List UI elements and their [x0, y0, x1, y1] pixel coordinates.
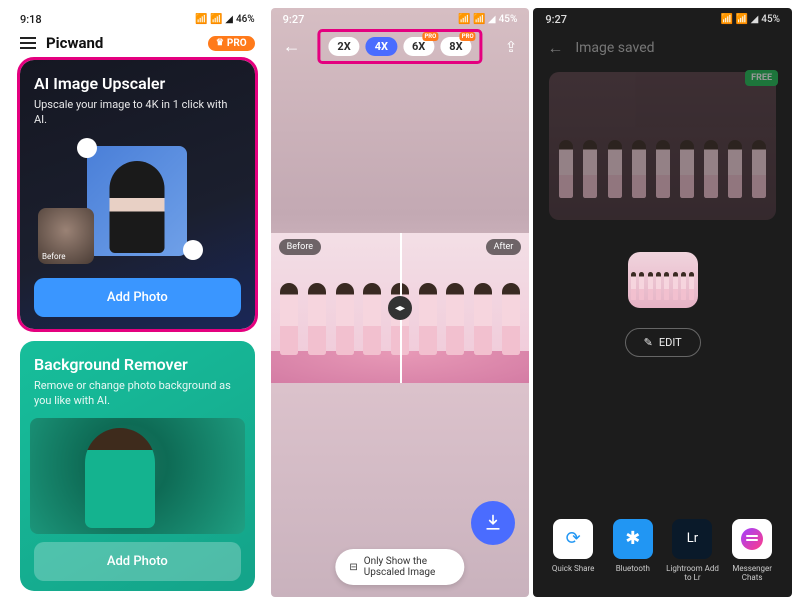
before-thumb: Before	[38, 208, 94, 264]
status-time: 9:27	[283, 13, 305, 26]
compare-view[interactable]: ◂▸ Before After	[271, 233, 530, 383]
after-tag: After	[486, 239, 522, 255]
bg-remover-preview	[30, 418, 245, 534]
app-header: Picwand ♛PRO	[8, 30, 267, 60]
screen-saved: 9:27 📶 📶 ◢ 45% ← Image saved FREE ✎ EDIT…	[533, 8, 792, 597]
zoom-2x[interactable]: 2X	[328, 37, 359, 56]
status-right: 📶 📶 ◢ 46%	[195, 14, 254, 25]
crown-icon: ♛	[216, 38, 224, 48]
back-icon[interactable]: ←	[283, 36, 301, 57]
bg-remover-desc: Remove or change photo background as you…	[34, 379, 241, 409]
share-row: ⟳ Quick Share ✱ Bluetooth Lr Lightroom A…	[533, 509, 792, 597]
crop-handle-icon[interactable]	[183, 240, 203, 260]
compare-toggle-icon: ⊟	[349, 562, 357, 573]
screen-home: 9:18 📶 📶 ◢ 46% Picwand ♛PRO AI Image Ups…	[8, 8, 267, 597]
bg-remover-card[interactable]: Background Remover Remove or change phot…	[20, 341, 255, 592]
messenger-icon	[732, 519, 772, 559]
download-icon	[483, 513, 503, 533]
zoom-8x[interactable]: 8XPRO	[440, 37, 471, 56]
add-photo-button[interactable]: Add Photo	[34, 542, 241, 581]
app-brand: Picwand	[46, 34, 198, 52]
menu-icon[interactable]	[20, 37, 36, 49]
zoom-selector: 2X 4X 6XPRO 8XPRO	[320, 32, 479, 61]
result-thumb[interactable]	[628, 252, 698, 308]
upscaler-title: AI Image Upscaler	[34, 74, 241, 93]
add-photo-button[interactable]: Add Photo	[34, 278, 241, 317]
status-time: 9:27	[545, 13, 567, 26]
pencil-icon: ✎	[644, 336, 653, 349]
quick-share-icon: ⟳	[553, 519, 593, 559]
status-bar: 9:27 📶 📶 ◢ 45%	[271, 8, 530, 30]
pro-badge[interactable]: ♛PRO	[208, 36, 255, 51]
zoom-4x[interactable]: 4X	[366, 37, 397, 56]
bluetooth-icon: ✱	[613, 519, 653, 559]
bg-remover-title: Background Remover	[34, 355, 241, 374]
share-messenger[interactable]: Messenger Chats	[725, 519, 779, 583]
share-lightroom[interactable]: Lr Lightroom Add to Lr	[665, 519, 719, 583]
upscaler-card[interactable]: AI Image Upscaler Upscale your image to …	[20, 60, 255, 329]
page-title: Image saved	[575, 40, 654, 56]
free-badge: FREE	[745, 70, 778, 86]
status-right: 📶 📶 ◢ 45%	[721, 14, 780, 25]
before-tag: Before	[279, 239, 321, 255]
editor-topbar: ← 2X 4X 6XPRO 8XPRO ⇪	[271, 30, 530, 63]
edit-button[interactable]: ✎ EDIT	[625, 328, 701, 357]
saved-topbar: ← Image saved	[533, 30, 792, 66]
zoom-6x[interactable]: 6XPRO	[403, 37, 434, 56]
download-button[interactable]	[471, 501, 515, 545]
share-quick-share[interactable]: ⟳ Quick Share	[546, 519, 600, 583]
saved-preview[interactable]: FREE	[549, 72, 776, 220]
toggle-upscaled-only[interactable]: ⊟ Only Show the Upscaled Image	[335, 549, 464, 585]
lightroom-icon: Lr	[672, 519, 712, 559]
crop-handle-icon[interactable]	[77, 138, 97, 158]
status-right: 📶 📶 ◢ 45%	[458, 14, 517, 25]
share-icon[interactable]: ⇪	[505, 38, 518, 56]
upscaler-preview: Before	[32, 138, 243, 268]
back-icon[interactable]: ←	[547, 38, 563, 58]
status-bar: 9:18 📶 📶 ◢ 46%	[8, 8, 267, 30]
slider-handle-icon[interactable]: ◂▸	[388, 296, 412, 320]
status-time: 9:18	[20, 13, 42, 26]
upscaler-desc: Upscale your image to 4K in 1 click with…	[34, 98, 241, 128]
status-bar: 9:27 📶 📶 ◢ 45%	[533, 8, 792, 30]
share-bluetooth[interactable]: ✱ Bluetooth	[606, 519, 660, 583]
screen-upscale: 9:27 📶 📶 ◢ 45% ← 2X 4X 6XPRO 8XPRO ⇪ ◂▸ …	[271, 8, 530, 597]
